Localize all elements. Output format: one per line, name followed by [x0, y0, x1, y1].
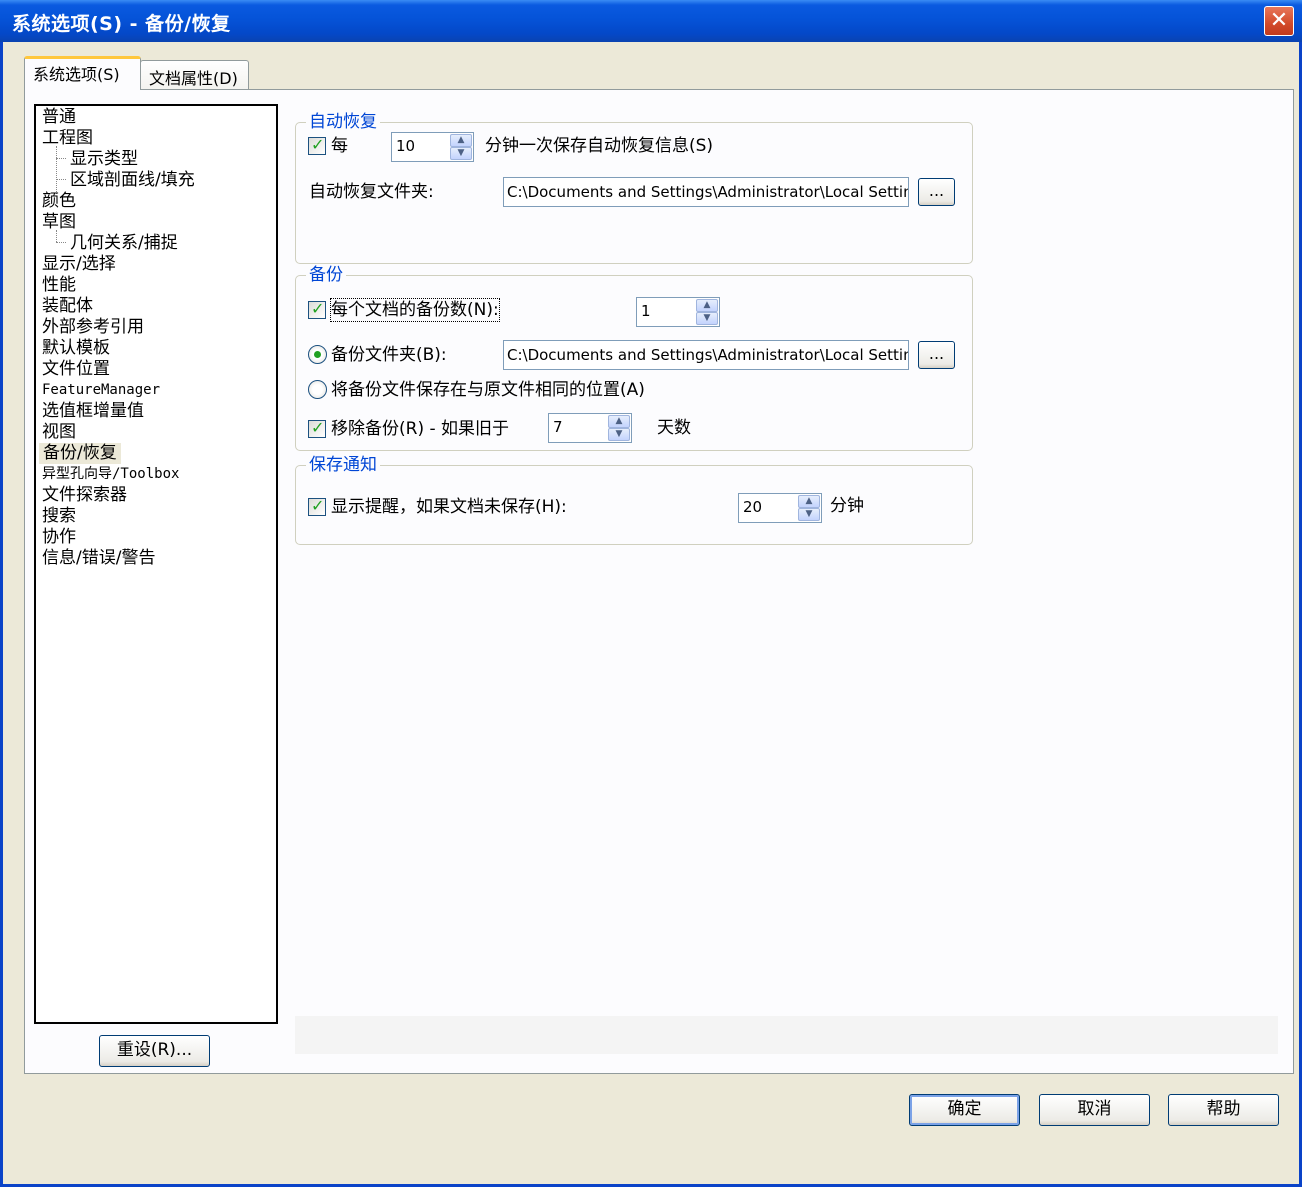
- backup-same-location-radio[interactable]: [308, 380, 327, 399]
- spin-up-icon[interactable]: ▲: [798, 495, 820, 508]
- spin-down-icon[interactable]: ▼: [608, 428, 630, 441]
- tree-item-messages-errors-warnings[interactable]: 信息/错误/警告: [42, 548, 155, 569]
- backup-copies-checkbox[interactable]: ✓: [308, 299, 326, 319]
- autorecover-group: 自动恢复 ✓ 每 10 ▲ ▼ 分钟一次保存自动恢复信息(S) 自动恢复文件夹:…: [295, 111, 973, 264]
- tree-item-view[interactable]: 视图: [42, 422, 76, 443]
- reset-button[interactable]: 重设(R)...: [99, 1035, 210, 1067]
- close-button[interactable]: ✕: [1264, 6, 1294, 36]
- backup-browse-button[interactable]: ...: [918, 341, 955, 369]
- backup-group-title: 备份: [306, 264, 346, 286]
- tree-connector: [56, 179, 66, 180]
- autorecover-checkbox[interactable]: ✓: [308, 135, 326, 155]
- backup-folder-radio[interactable]: [308, 345, 327, 364]
- backup-group: 备份 ✓ 每个文档的备份数(N): 1 ▲ ▼ 备份文件夹(B): C:\Doc…: [295, 264, 973, 451]
- autorecover-folder-input[interactable]: C:\Documents and Settings\Administrator\…: [503, 177, 909, 207]
- save-notification-group: 保存通知 ✓ 显示提醒，如果文档未保存(H): 20 ▲ ▼ 分钟: [295, 454, 973, 545]
- save-notification-group-title: 保存通知: [306, 454, 380, 476]
- autorecover-group-title: 自动恢复: [306, 111, 380, 133]
- tree-item-area-hatch[interactable]: 区域剖面线/填充: [70, 170, 195, 191]
- autorecover-minutes-spinner[interactable]: 10 ▲ ▼: [391, 132, 474, 162]
- tab-document-properties[interactable]: 文档属性(D): [140, 60, 249, 90]
- tree-item-colors[interactable]: 颜色: [42, 191, 76, 212]
- check-icon: ✓: [311, 135, 325, 154]
- title-bar[interactable]: 系统选项(S) - 备份/恢复 ✕: [0, 0, 1302, 42]
- ok-button[interactable]: 确定: [909, 1094, 1020, 1126]
- tree-item-general[interactable]: 普通: [42, 107, 76, 128]
- tree-item-file-locations[interactable]: 文件位置: [42, 359, 110, 380]
- tree-item-performance[interactable]: 性能: [42, 275, 76, 296]
- tree-item-display-selection[interactable]: 显示/选择: [42, 254, 116, 275]
- tree-item-default-templates[interactable]: 默认模板: [42, 338, 110, 359]
- backup-copies-spinner[interactable]: 1 ▲ ▼: [636, 297, 720, 327]
- save-notification-minutes-spinner[interactable]: 20 ▲ ▼: [738, 493, 822, 523]
- spinner-arrows[interactable]: ▲ ▼: [798, 495, 820, 521]
- spinner-arrows[interactable]: ▲ ▼: [696, 299, 718, 325]
- tree-item-assemblies[interactable]: 装配体: [42, 296, 93, 317]
- backup-folder-label: 备份文件夹(B):: [331, 345, 447, 365]
- spin-down-icon[interactable]: ▼: [450, 147, 472, 160]
- backup-remove-checkbox[interactable]: ✓: [308, 418, 326, 438]
- backup-remove-days-suffix: 天数: [657, 418, 691, 438]
- tab-system-options[interactable]: 系统选项(S): [24, 56, 141, 90]
- autorecover-every-label: 每: [331, 136, 348, 156]
- backup-same-location-label: 将备份文件保存在与原文件相同的位置(A): [331, 380, 645, 400]
- tree-connector: [56, 146, 57, 194]
- tab-panel: 普通 工程图 显示类型 区域剖面线/填充 颜色 草图 几何关系/捕捉 显示/选择…: [24, 89, 1294, 1074]
- tree-item-sketch[interactable]: 草图: [42, 212, 76, 233]
- tree-item-collaboration[interactable]: 协作: [42, 527, 76, 548]
- spinner-arrows[interactable]: ▲ ▼: [608, 415, 630, 441]
- description-strip: [295, 1016, 1278, 1054]
- window-title: 系统选项(S) - 备份/恢复: [12, 13, 231, 35]
- tree-item-spin-box-increments[interactable]: 选值框增量值: [42, 401, 144, 422]
- tree-item-drawings[interactable]: 工程图: [42, 128, 93, 149]
- check-icon: ✓: [311, 496, 325, 515]
- spin-down-icon[interactable]: ▼: [798, 508, 820, 521]
- tab-label: 文档属性(D): [149, 69, 238, 88]
- spinner-arrows[interactable]: ▲ ▼: [450, 134, 472, 160]
- tree-connector: [56, 158, 66, 159]
- tree-item-hole-wizard-toolbox[interactable]: 异型孔向导/Toolbox: [42, 464, 179, 485]
- check-icon: ✓: [311, 299, 325, 318]
- tree-item-file-explorer[interactable]: 文件探索器: [42, 485, 127, 506]
- radio-selected-icon: [314, 351, 321, 358]
- options-tree[interactable]: 普通 工程图 显示类型 区域剖面线/填充 颜色 草图 几何关系/捕捉 显示/选择…: [34, 104, 278, 1024]
- system-options-dialog: 系统选项(S) - 备份/恢复 ✕ 系统选项(S) 文档属性(D) 普通 工程图…: [0, 0, 1302, 1187]
- help-button[interactable]: 帮助: [1168, 1094, 1279, 1126]
- cancel-button[interactable]: 取消: [1039, 1094, 1150, 1126]
- save-notification-minutes-suffix: 分钟: [830, 496, 864, 516]
- backup-copies-label: 每个文档的备份数(N):: [330, 298, 500, 322]
- save-notification-label: 显示提醒，如果文档未保存(H):: [331, 497, 567, 517]
- autorecover-folder-label: 自动恢复文件夹:: [309, 182, 434, 202]
- backup-remove-label: 移除备份(R) - 如果旧于: [331, 419, 510, 439]
- spin-up-icon[interactable]: ▲: [696, 299, 718, 312]
- save-notification-checkbox[interactable]: ✓: [308, 496, 326, 516]
- tree-item-featuremanager[interactable]: FeatureManager: [42, 380, 160, 401]
- backup-remove-days-value[interactable]: 7: [553, 418, 563, 436]
- backup-folder-input[interactable]: C:\Documents and Settings\Administrator\…: [503, 340, 909, 370]
- spin-down-icon[interactable]: ▼: [696, 312, 718, 325]
- tree-item-external-references[interactable]: 外部参考引用: [42, 317, 144, 338]
- spin-up-icon[interactable]: ▲: [608, 415, 630, 428]
- tree-item-relations-snaps[interactable]: 几何关系/捕捉: [70, 233, 178, 254]
- spin-up-icon[interactable]: ▲: [450, 134, 472, 147]
- tree-item-backup-recover[interactable]: 备份/恢复: [39, 443, 121, 464]
- tree-item-display-type[interactable]: 显示类型: [70, 149, 138, 170]
- tree-item-search[interactable]: 搜索: [42, 506, 76, 527]
- backup-remove-days-spinner[interactable]: 7 ▲ ▼: [548, 413, 632, 443]
- tree-connector: [56, 242, 66, 243]
- autorecover-browse-button[interactable]: ...: [918, 178, 955, 206]
- autorecover-minutes-suffix: 分钟一次保存自动恢复信息(S): [485, 136, 714, 156]
- check-icon: ✓: [311, 418, 325, 437]
- backup-copies-value[interactable]: 1: [641, 302, 651, 320]
- autorecover-minutes-value[interactable]: 10: [396, 137, 415, 155]
- save-notification-minutes-value[interactable]: 20: [743, 498, 762, 516]
- tab-label: 系统选项(S): [33, 65, 120, 84]
- close-icon: ✕: [1269, 8, 1289, 33]
